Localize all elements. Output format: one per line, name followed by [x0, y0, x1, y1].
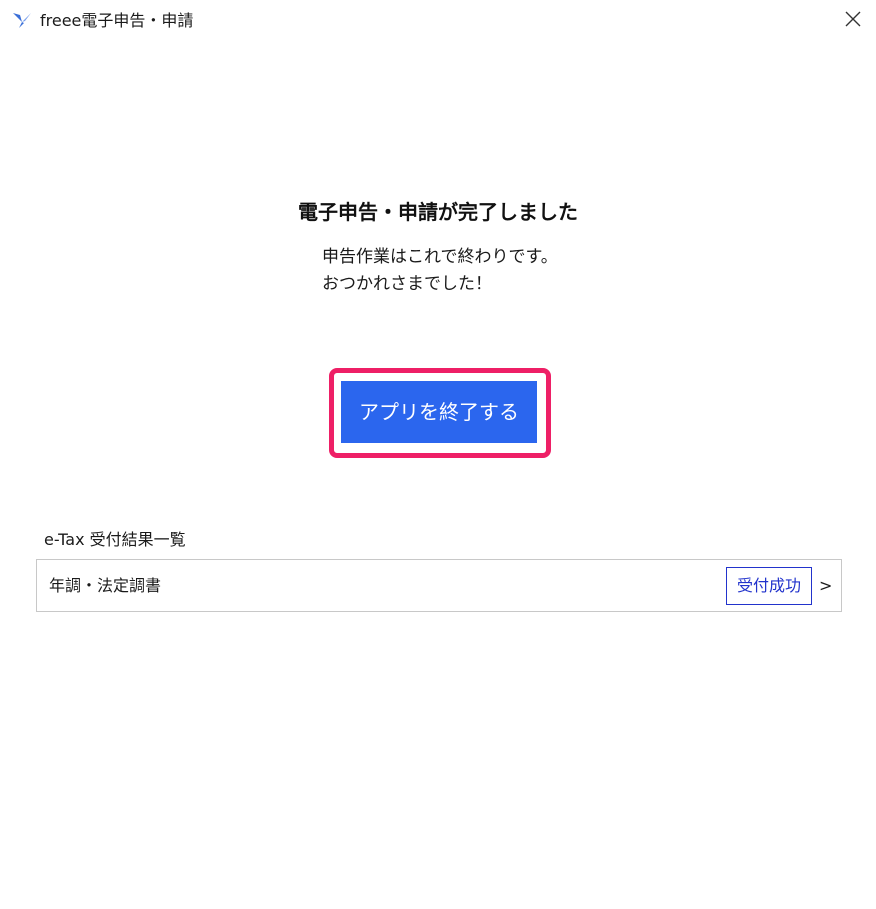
close-icon: [845, 11, 861, 31]
close-button[interactable]: [838, 6, 868, 36]
chevron-right-icon: >: [819, 576, 833, 595]
freee-bird-icon: [11, 10, 33, 30]
completion-headline: 電子申告・申請が完了しました: [298, 200, 578, 224]
result-row-title: 年調・法定調書: [49, 576, 162, 595]
message-line-1: 申告作業はこれで終わりです。: [322, 247, 558, 267]
window-title: freee電子申告・申請: [40, 11, 194, 30]
completion-message: 申告作業はこれで終わりです。 おつかれさまでした！: [322, 244, 558, 298]
etax-result-row[interactable]: 年調・法定調書 受付成功 >: [36, 559, 842, 612]
status-badge: 受付成功: [726, 567, 812, 605]
message-line-2: おつかれさまでした！: [322, 274, 492, 294]
quit-app-button[interactable]: アプリを終了する: [341, 381, 537, 443]
title-bar: freee電子申告・申請: [0, 0, 876, 40]
etax-results-label: e-Tax 受付結果一覧: [44, 530, 186, 549]
